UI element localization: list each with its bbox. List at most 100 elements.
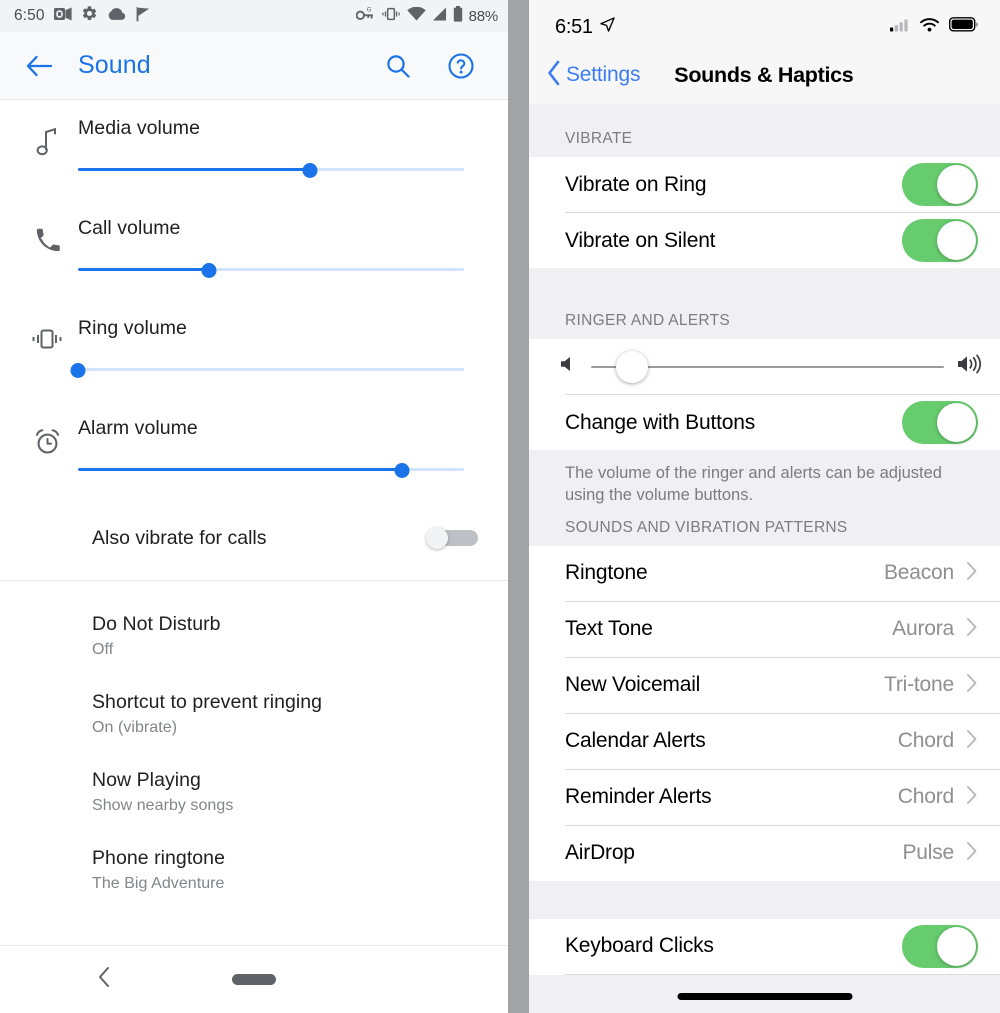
slider-row-media-volume: Media volume — [0, 100, 508, 200]
row-calendar-alerts[interactable]: Calendar Alerts Chord — [529, 713, 1000, 769]
slider-label-call-volume: Call volume — [78, 217, 181, 239]
android-volume-sliders: Media volume Call volume Ring volume Ala… — [0, 100, 508, 500]
list-item-do-not-disturb[interactable]: Do Not Disturb Off — [0, 597, 508, 675]
slider-track-bg — [78, 368, 464, 371]
group-keyboard: Keyboard Clicks — [529, 918, 1000, 975]
slider-thumb[interactable] — [615, 350, 648, 383]
row-right: Pulse — [902, 841, 978, 866]
toggle-change-with-buttons[interactable] — [902, 401, 978, 444]
slider-row-ring-volume: Ring volume — [0, 300, 508, 400]
phone-icon — [16, 200, 78, 253]
home-pill-handle[interactable] — [232, 974, 276, 985]
slider-track-fill — [78, 468, 403, 471]
list-item-subtitle: The Big Adventure — [92, 875, 225, 892]
group-ringer: Change with Buttons — [529, 339, 1000, 450]
android-settings-list: Do Not Disturb Off Shortcut to prevent r… — [0, 581, 508, 909]
toggle-knob — [937, 403, 976, 442]
row-also-vibrate-for-calls[interactable]: Also vibrate for calls — [0, 500, 508, 576]
vibrate-icon — [16, 300, 78, 350]
toggle-vibrate-on-silent[interactable] — [902, 219, 978, 262]
page-title: Sound — [78, 51, 151, 79]
android-app-bar-actions — [383, 51, 486, 81]
android-status-left: 6:50 — [14, 5, 151, 27]
search-icon[interactable] — [383, 51, 413, 81]
row-separator — [565, 973, 1000, 975]
row-vibrate-on-silent[interactable]: Vibrate on Silent — [529, 213, 1000, 268]
row-right: Chord — [898, 785, 978, 810]
section-gap — [529, 880, 1000, 919]
slider-body-media-volume: Media volume — [78, 100, 508, 179]
row-value: Pulse — [902, 841, 954, 865]
row-value: Chord — [897, 729, 954, 753]
arrow-left-icon[interactable] — [22, 49, 56, 83]
speaker-low-icon — [559, 354, 579, 379]
list-item-title: Do Not Disturb — [92, 613, 221, 635]
outlook-icon — [53, 6, 72, 27]
android-clock: 6:50 — [14, 7, 45, 24]
slider-ringer-volume[interactable] — [591, 350, 944, 383]
chevron-left-icon[interactable] — [96, 966, 113, 993]
signal-icon — [432, 6, 447, 26]
slider-alarm-volume[interactable] — [78, 461, 464, 479]
chevron-left-icon — [547, 60, 561, 91]
gear-icon — [81, 5, 98, 27]
row-right: Tri-tone — [884, 673, 978, 698]
also-vibrate-toggle[interactable] — [426, 527, 478, 549]
list-item-subtitle: Show nearby songs — [92, 797, 234, 814]
ios-clock: 6:51 — [555, 15, 593, 38]
row-label: Vibrate on Silent — [565, 228, 716, 252]
android-navigation-bar — [0, 945, 508, 1013]
home-indicator-bar[interactable] — [677, 993, 852, 1000]
toggle-keyboard-clicks[interactable] — [902, 924, 978, 968]
back-label: Settings — [566, 63, 641, 86]
slider-ring-volume[interactable] — [70, 361, 464, 379]
ios-status-bar: 6:51 — [529, 0, 1000, 46]
toggle-knob — [426, 527, 448, 549]
help-circle-icon[interactable] — [446, 51, 476, 81]
wifi-icon — [406, 6, 426, 26]
speaker-high-icon — [956, 353, 986, 380]
list-item-title: Shortcut to prevent ringing — [92, 691, 323, 713]
row-airdrop[interactable]: AirDrop Pulse — [529, 825, 1000, 881]
list-item-phone-ringtone[interactable]: Phone ringtone The Big Adventure — [0, 831, 508, 909]
row-reminder-alerts[interactable]: Reminder Alerts Chord — [529, 769, 1000, 825]
location-arrow-icon — [600, 17, 615, 37]
section-header-ringer-and-alerts: RINGER AND ALERTS — [529, 312, 1000, 339]
slider-thumb[interactable] — [394, 463, 410, 478]
row-value: Aurora — [892, 617, 954, 641]
group-sounds: Ringtone Beacon Text Tone Aurora New Voi… — [529, 545, 1000, 881]
slider-thumb[interactable] — [302, 163, 318, 178]
slider-call-volume[interactable] — [78, 261, 464, 279]
toggle-vibrate-on-ring[interactable] — [902, 163, 978, 206]
row-ringtone[interactable]: Ringtone Beacon — [529, 545, 1000, 601]
chevron-right-icon — [966, 617, 978, 642]
list-item-now-playing[interactable]: Now Playing Show nearby songs — [0, 753, 508, 831]
row-ringer-volume — [529, 339, 1000, 394]
slider-body-ring-volume: Ring volume — [70, 300, 508, 379]
list-item-title: Now Playing — [92, 769, 201, 791]
row-label: Calendar Alerts — [565, 729, 706, 753]
row-new-voicemail[interactable]: New Voicemail Tri-tone — [529, 657, 1000, 713]
slider-thumb[interactable] — [201, 263, 217, 278]
section-gap — [529, 268, 1000, 312]
row-label: Reminder Alerts — [565, 785, 712, 809]
row-text-tone[interactable]: Text Tone Aurora — [529, 601, 1000, 657]
ios-nav-bar: Settings Sounds & Haptics — [529, 46, 1000, 104]
slider-track-fill — [78, 168, 310, 171]
chevron-right-icon — [966, 785, 978, 810]
row-change-with-buttons[interactable]: Change with Buttons — [529, 395, 1000, 450]
slider-media-volume[interactable] — [78, 161, 464, 179]
toggle-knob — [937, 926, 976, 966]
row-vibrate-on-ring[interactable]: Vibrate on Ring — [529, 157, 1000, 212]
footnote-change-with-buttons: The volume of the ringer and alerts can … — [529, 450, 1000, 519]
slider-thumb[interactable] — [70, 363, 86, 378]
list-item-shortcut-to-prevent-ringing[interactable]: Shortcut to prevent ringing On (vibrate) — [0, 675, 508, 753]
slider-label-media-volume: Media volume — [78, 117, 200, 139]
android-status-bar: 6:50 G 88% — [0, 0, 508, 32]
back-to-settings-button[interactable]: Settings — [547, 60, 640, 91]
list-item-title: Phone ringtone — [92, 847, 225, 869]
flag-check-icon — [135, 6, 151, 27]
cloud-icon — [107, 7, 126, 25]
row-keyboard-clicks[interactable]: Keyboard Clicks — [529, 918, 1000, 974]
row-value: Tri-tone — [884, 673, 954, 697]
